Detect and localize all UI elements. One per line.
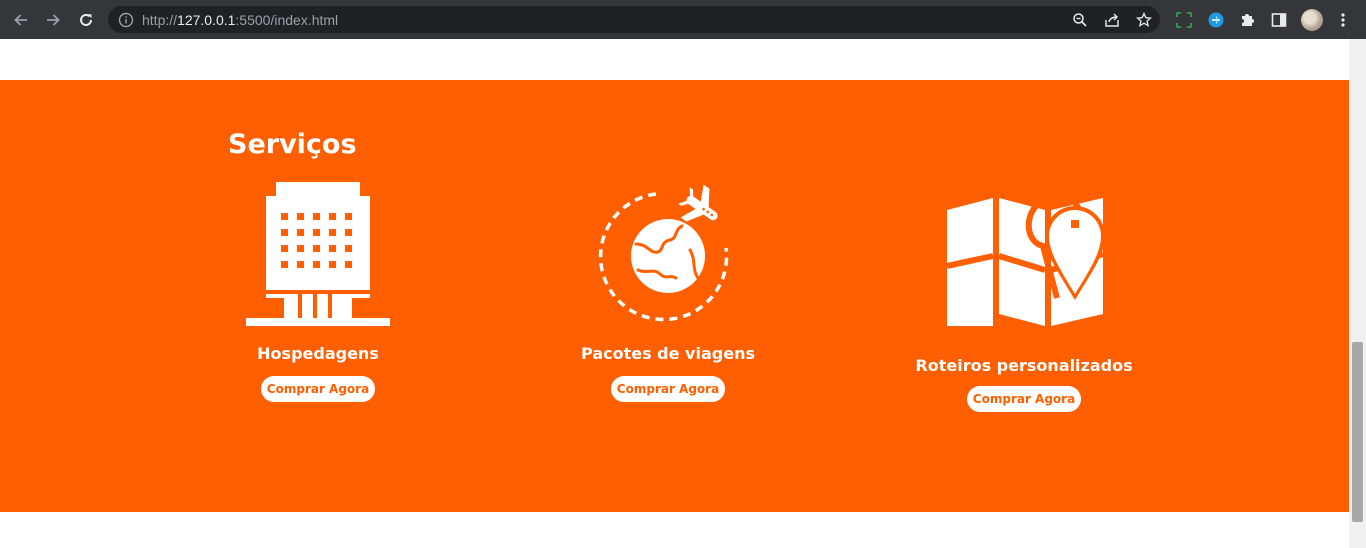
map-pin-icon — [947, 193, 1103, 326]
browser-toolbar: http://127.0.0.1:5500/index.html — [0, 0, 1366, 39]
url-path: :5500/index.html — [235, 12, 339, 28]
service-card-hospedagens: Hospedagens Comprar Agora — [168, 80, 468, 480]
buy-now-button-roteiros[interactable]: Comprar Agora — [967, 386, 1081, 412]
url-scheme: http:// — [142, 12, 178, 28]
kebab-menu-icon — [1341, 13, 1345, 27]
reload-icon — [80, 13, 92, 26]
arrow-right-icon — [47, 14, 60, 26]
scrollbar-thumb[interactable] — [1352, 342, 1363, 522]
service-title: Pacotes de viagens — [581, 344, 755, 363]
extension-button[interactable] — [1203, 7, 1229, 33]
buy-now-button-pacotes[interactable]: Comprar Agora — [611, 376, 725, 402]
url-text[interactable]: http://127.0.0.1:5500/index.html — [142, 12, 338, 28]
profile-avatar[interactable] — [1301, 9, 1323, 31]
buy-now-button-hospedagens[interactable]: Comprar Agora — [261, 376, 375, 402]
service-card-pacotes: Pacotes de viagens Comprar Agora — [518, 80, 818, 480]
capture-frame-icon — [1176, 12, 1192, 28]
service-title: Roteiros personalizados — [915, 356, 1133, 375]
globe-airplane-icon — [598, 184, 729, 322]
page-viewport: Serviços Hospedagens Comprar Agora Pacot… — [0, 39, 1349, 548]
service-title: Hospedagens — [257, 344, 379, 363]
service-card-roteiros: Roteiros personalizados Comprar Agora — [874, 80, 1174, 480]
hotel-building-icon — [246, 182, 390, 326]
page-scrollbar[interactable] — [1349, 39, 1366, 548]
share-icon[interactable] — [1102, 10, 1122, 30]
url-host: 127.0.0.1 — [177, 12, 236, 28]
side-panel-button[interactable] — [1266, 7, 1292, 33]
forward-button[interactable] — [40, 7, 66, 33]
side-panel-icon — [1271, 13, 1287, 27]
screenshot-extension-button[interactable] — [1171, 7, 1197, 33]
extensions-menu-button[interactable] — [1235, 7, 1261, 33]
back-button[interactable] — [8, 7, 34, 33]
bookmark-star-icon[interactable] — [1134, 10, 1154, 30]
browser-menu-button[interactable] — [1330, 7, 1356, 33]
arrow-left-icon — [14, 14, 27, 26]
services-section: Serviços Hospedagens Comprar Agora Pacot… — [0, 80, 1349, 512]
extension-circle-icon — [1208, 12, 1224, 28]
zoom-icon[interactable] — [1070, 10, 1090, 30]
site-info-icon[interactable] — [116, 10, 136, 30]
address-bar[interactable]: http://127.0.0.1:5500/index.html — [108, 6, 1160, 33]
puzzle-piece-icon — [1242, 14, 1254, 26]
reload-button[interactable] — [73, 7, 99, 33]
